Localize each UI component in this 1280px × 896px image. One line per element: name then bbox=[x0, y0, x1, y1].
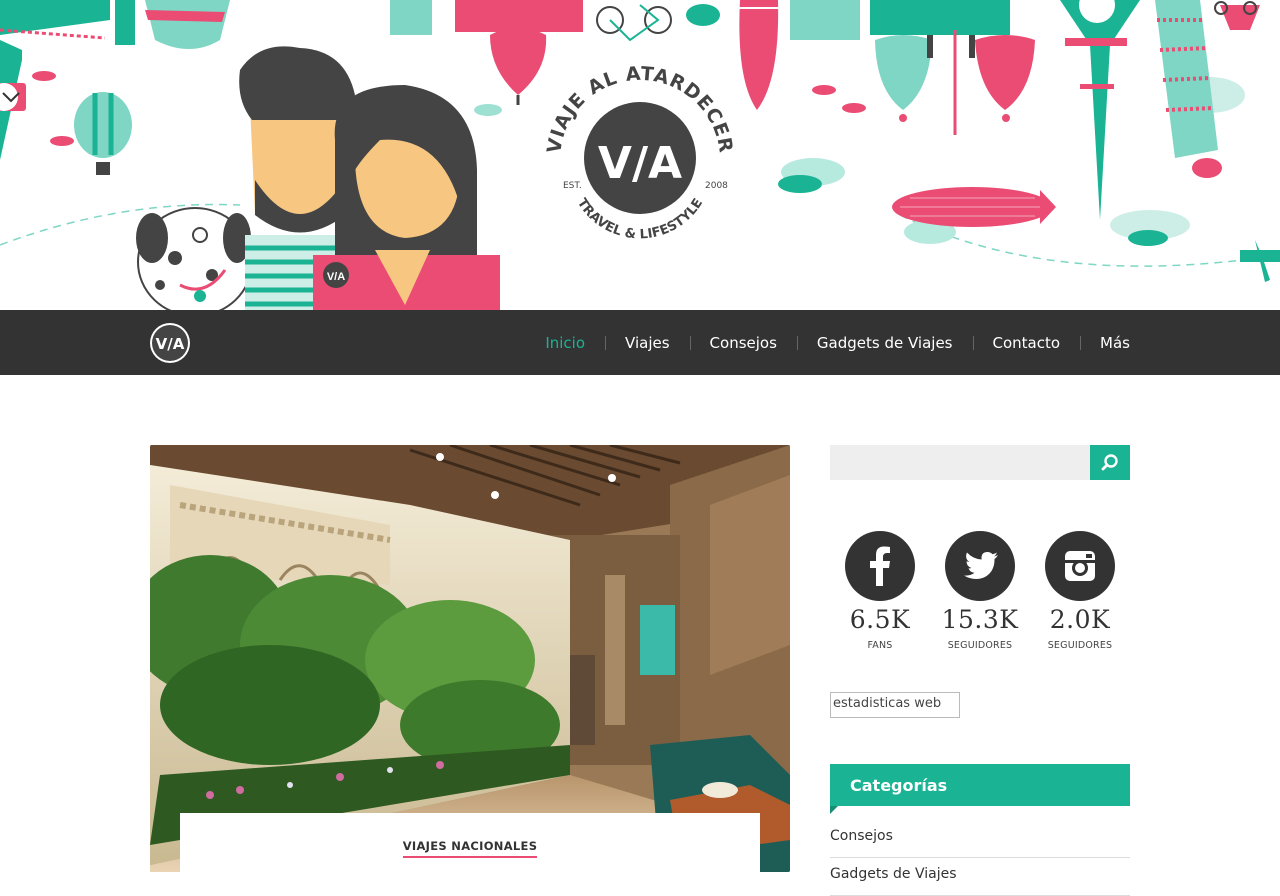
logo-mark: V/A bbox=[598, 138, 682, 189]
travel-illustration: V/A V/A EST. 2008 VIAJE AL ATARDECER TRA… bbox=[0, 0, 1280, 310]
badge-logo-text: V/A bbox=[327, 271, 345, 283]
twitter-label: SEGUIDORES bbox=[947, 640, 1013, 651]
twitter-count: 15.3K bbox=[941, 605, 1019, 634]
instagram-count: 2.0K bbox=[1049, 605, 1111, 634]
category-item-gadgets[interactable]: Gadgets de Viajes bbox=[830, 858, 1130, 896]
social-counters: 6.5K FANS 15.3K SEGUIDORES 2.0K SEGUIDOR… bbox=[830, 531, 1130, 661]
nav-item-contacto[interactable]: Contacto bbox=[972, 334, 1081, 352]
scroll-down-toggle[interactable] bbox=[0, 83, 26, 111]
category-item-consejos[interactable]: Consejos bbox=[830, 820, 1130, 858]
logo-year: 2008 bbox=[705, 181, 728, 191]
nav-item-consejos[interactable]: Consejos bbox=[689, 334, 797, 352]
instagram-label: SEGUIDORES bbox=[1047, 640, 1113, 651]
featured-post-image[interactable] bbox=[150, 445, 790, 872]
logo-est: EST. bbox=[563, 181, 582, 191]
stats-image-placeholder[interactable]: estadisticas web bbox=[830, 692, 960, 718]
social-twitter[interactable]: 15.3K SEGUIDORES bbox=[930, 531, 1030, 651]
post-category-link[interactable]: VIAJES NACIONALES bbox=[402, 839, 538, 858]
facebook-icon bbox=[870, 546, 890, 586]
nav-logo-text: V/A bbox=[156, 335, 185, 353]
main-navbar: V/A Inicio Viajes Consejos Gadgets de Vi… bbox=[0, 310, 1280, 375]
nav-item-mas[interactable]: Más bbox=[1080, 334, 1130, 352]
header-illustration: V/A V/A EST. 2008 VIAJE AL ATARDECER TRA… bbox=[0, 0, 1280, 310]
nav-item-inicio[interactable]: Inicio bbox=[525, 334, 605, 352]
social-instagram[interactable]: 2.0K SEGUIDORES bbox=[1030, 531, 1130, 651]
museum-photo bbox=[150, 445, 790, 872]
post-card: VIAJES NACIONALES bbox=[180, 813, 760, 893]
logo-icon: V/A bbox=[152, 325, 188, 361]
search-form bbox=[830, 445, 1130, 480]
nav-item-viajes[interactable]: Viajes bbox=[605, 334, 690, 352]
search-button[interactable] bbox=[1090, 445, 1130, 480]
categories-widget-title: Categorías bbox=[830, 764, 1130, 806]
categories-title-tail bbox=[830, 806, 838, 814]
facebook-icon-circle bbox=[845, 531, 915, 601]
instagram-icon-circle bbox=[1045, 531, 1115, 601]
nav-item-gadgets[interactable]: Gadgets de Viajes bbox=[796, 334, 973, 352]
twitter-icon bbox=[964, 552, 998, 579]
search-icon bbox=[1101, 454, 1118, 471]
twitter-icon-circle bbox=[945, 531, 1015, 601]
chevron-down-icon bbox=[2, 92, 20, 103]
broken-image-alt: estadisticas web bbox=[833, 696, 942, 711]
nav-menu: Inicio Viajes Consejos Gadgets de Viajes… bbox=[525, 310, 1130, 375]
nav-logo[interactable]: V/A bbox=[150, 323, 190, 363]
search-input[interactable] bbox=[830, 445, 1090, 480]
facebook-count: 6.5K bbox=[849, 605, 911, 634]
facebook-label: FANS bbox=[867, 640, 893, 651]
social-facebook[interactable]: 6.5K FANS bbox=[830, 531, 930, 651]
categories-list: Consejos Gadgets de Viajes bbox=[830, 820, 1130, 896]
instagram-icon bbox=[1065, 551, 1095, 581]
